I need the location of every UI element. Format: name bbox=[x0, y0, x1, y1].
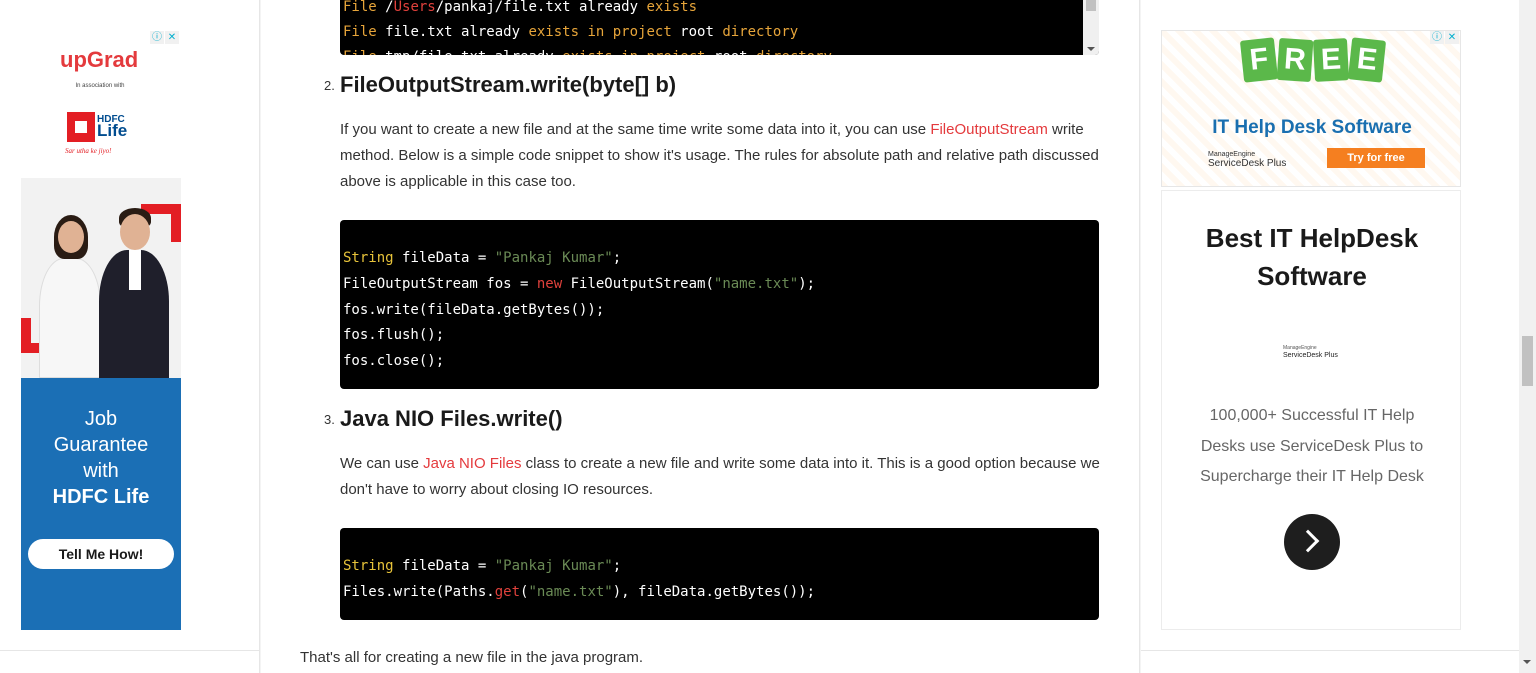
hdfc-logo-mark bbox=[67, 112, 95, 142]
output-line: File file.txt already exists in project … bbox=[343, 24, 799, 40]
article-content: File /Users/pankaj/file.txt already exis… bbox=[261, 0, 1140, 673]
section-3-paragraph: We can use Java NIO Files class to creat… bbox=[340, 455, 1100, 498]
servicedesk-card-ad[interactable]: Best IT HelpDesk Software ManageEngine S… bbox=[1161, 190, 1461, 630]
banner-headline: Job Guarantee with HDFC Life bbox=[52, 408, 150, 508]
life-logo-text: Life bbox=[97, 121, 128, 140]
upgrad-ad[interactable]: upGrad In association with HDFC Life Sar… bbox=[35, 32, 167, 162]
woman-figure bbox=[39, 215, 101, 378]
upgrad-logo: upGrad bbox=[60, 47, 139, 72]
left-ad-column: ⓘ ✕ upGrad In association with HDFC Life… bbox=[0, 0, 260, 673]
card-logo: ManageEngine ServiceDesk Plus bbox=[1283, 345, 1338, 359]
banner-title: IT Help Desk Software bbox=[1212, 117, 1412, 138]
association-text: In association with bbox=[75, 83, 125, 89]
page-scrollbar[interactable] bbox=[1519, 0, 1536, 673]
man-figure bbox=[99, 208, 169, 378]
card-description: 100,000+ Successful IT Help Desks use Se… bbox=[1200, 407, 1424, 485]
code-output-block[interactable]: File /Users/pankaj/file.txt already exis… bbox=[340, 0, 1099, 55]
java-nio-files-link[interactable]: Java NIO Files bbox=[423, 455, 521, 472]
scroll-down-icon[interactable] bbox=[1087, 47, 1095, 51]
page-scroll-thumb[interactable] bbox=[1522, 336, 1533, 386]
banner-photo bbox=[21, 178, 181, 378]
ad-close-icon[interactable]: ✕ bbox=[165, 31, 179, 44]
card-title: Best IT HelpDesk Software bbox=[1205, 223, 1419, 291]
section-heading-2: 2. FileOutputStream.write(byte[] b) bbox=[324, 72, 677, 97]
code-line: String fileData = "Pankaj Kumar"; bbox=[343, 558, 622, 574]
chevron-right-icon bbox=[1296, 529, 1320, 553]
fileoutputstream-link[interactable]: FileOutputStream bbox=[930, 121, 1048, 138]
code-block-fileoutputstream[interactable]: String fileData = "Pankaj Kumar"; FileOut… bbox=[340, 220, 1099, 389]
code-line: fos.write(fileData.getBytes()); bbox=[343, 301, 605, 318]
code-line: Files.write(Paths.get("name.txt"), fileD… bbox=[343, 583, 816, 600]
section-2-paragraph: If you want to create a new file and at … bbox=[340, 121, 1099, 190]
next-arrow-button[interactable] bbox=[1284, 514, 1340, 570]
code-scroll-thumb[interactable] bbox=[1086, 0, 1096, 11]
code-line: fos.flush(); bbox=[343, 327, 445, 344]
ad-choices-right[interactable]: ⓘ ✕ bbox=[1430, 31, 1459, 44]
hdfc-life-logo: HDFC Life bbox=[67, 112, 137, 146]
code-line: String fileData = "Pankaj Kumar"; bbox=[343, 250, 622, 266]
tell-me-how-button[interactable]: Tell Me How! bbox=[28, 539, 174, 569]
section-heading-3: 3. Java NIO Files.write() bbox=[324, 406, 563, 431]
free-tags: F R E E bbox=[1239, 37, 1387, 83]
output-line: File /Users/pankaj/file.txt already exis… bbox=[343, 0, 698, 15]
code-scrollbar[interactable] bbox=[1083, 0, 1099, 55]
right-ad-column: F R E E IT Help Desk Software ManageEngi… bbox=[1141, 0, 1519, 673]
closing-paragraph: That's all for creating a new file in th… bbox=[300, 649, 644, 666]
servicedesk-banner-ad[interactable]: F R E E IT Help Desk Software ManageEngi… bbox=[1161, 30, 1461, 187]
hdfc-job-banner[interactable]: Job Guarantee with HDFC Life Tell Me How… bbox=[21, 178, 181, 630]
ad-info-icon[interactable]: ⓘ bbox=[1430, 31, 1444, 44]
code-line: fos.close(); bbox=[343, 353, 445, 370]
try-for-free-button[interactable]: Try for free bbox=[1327, 148, 1425, 168]
ad-close-icon[interactable]: ✕ bbox=[1445, 31, 1459, 44]
code-line: FileOutputStream fos = new FileOutputStr… bbox=[343, 275, 816, 292]
servicedesk-logo: ManageEngine ServiceDesk Plus bbox=[1208, 151, 1287, 169]
code-block-nio-files[interactable]: String fileData = "Pankaj Kumar"; Files.w… bbox=[340, 528, 1099, 620]
hdfc-tagline: Sar utha ke jiyo! bbox=[65, 147, 112, 155]
scroll-down-arrow-icon[interactable] bbox=[1523, 660, 1531, 664]
output-line: File tmp/file.txt already exists in proj… bbox=[340, 45, 1099, 55]
